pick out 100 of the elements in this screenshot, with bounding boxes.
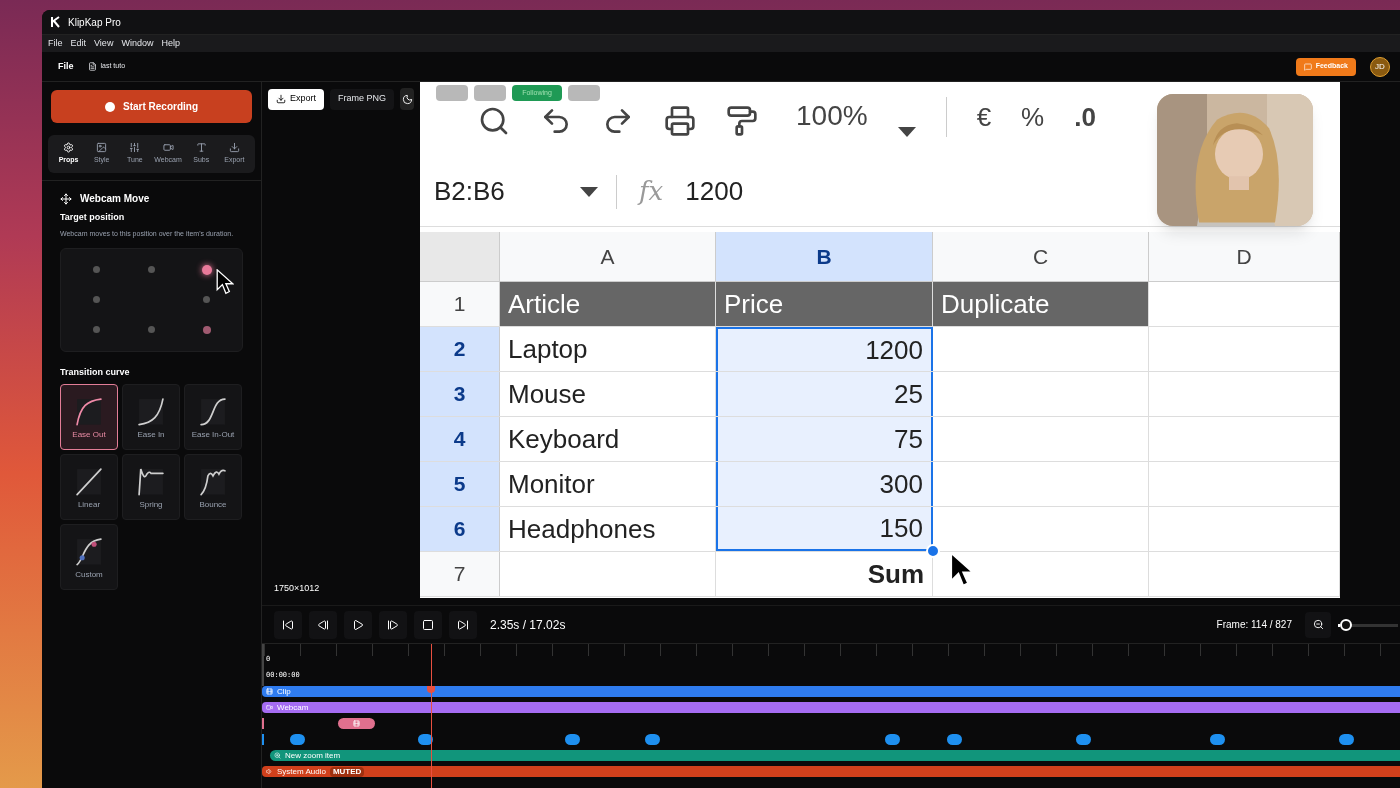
caret-icon[interactable]	[580, 186, 598, 197]
tab-icon	[129, 142, 141, 154]
play-button[interactable]	[344, 610, 372, 639]
cell-reference[interactable]: B2:B6	[420, 172, 580, 211]
timeline-track[interactable]: System Audio MUTED	[262, 766, 1400, 777]
playhead[interactable]	[427, 644, 435, 788]
time-display: 2.35s / 17.02s	[490, 616, 566, 634]
chat-icon	[1303, 62, 1312, 71]
move-icon	[60, 192, 72, 205]
step-forward-button[interactable]	[379, 610, 407, 639]
table-cell: 300	[716, 462, 933, 506]
tab-icon	[63, 142, 75, 154]
zoom-marker[interactable]	[1210, 734, 1225, 745]
skip-start-button[interactable]	[274, 610, 302, 639]
table-cell: 1200	[716, 327, 933, 371]
moon-icon	[401, 93, 413, 105]
zoom-select[interactable]: 100%	[796, 95, 868, 137]
skip-start-icon	[282, 618, 294, 631]
zoom-marker[interactable]	[947, 734, 962, 745]
row-header[interactable]: 5	[420, 462, 500, 506]
tab-icon	[195, 142, 207, 154]
row-header[interactable]: 4	[420, 417, 500, 461]
row-header[interactable]: 2	[420, 327, 500, 371]
field-label: Target position	[60, 211, 126, 224]
zoom-marker[interactable]	[565, 734, 580, 745]
mouse-cursor-icon	[950, 552, 974, 588]
zoom-marker[interactable]	[885, 734, 900, 745]
window-title: KlipKap Pro	[68, 15, 121, 30]
curve-option[interactable]: Custom	[60, 524, 118, 590]
step-forward-icon	[387, 618, 399, 631]
curve-option[interactable]: Ease In-Out	[184, 384, 242, 450]
tab-icon	[96, 142, 108, 154]
menu-item[interactable]: View	[94, 36, 114, 51]
curve-option[interactable]: Spring	[122, 454, 180, 520]
zoom-out-button[interactable]	[1305, 611, 1331, 638]
theme-toggle[interactable]	[400, 88, 414, 110]
start-recording-button[interactable]: Start Recording	[51, 90, 252, 123]
skip-end-icon	[457, 618, 469, 631]
zoom-marker[interactable]	[290, 734, 305, 745]
percent-format[interactable]: %	[1021, 98, 1045, 137]
stop-icon	[422, 618, 434, 631]
paint-format-icon[interactable]	[726, 105, 758, 137]
zoom-slider[interactable]	[1338, 618, 1398, 631]
curve-option[interactable]: Ease In	[122, 384, 180, 450]
field-label: Transition curve	[60, 365, 131, 379]
webcam-move-item[interactable]	[338, 718, 375, 729]
table-cell: 150	[716, 507, 933, 551]
record-icon	[105, 101, 115, 112]
user-avatar[interactable]: JD	[1370, 56, 1390, 77]
table-cell: Article	[500, 282, 716, 326]
table-cell: Price	[716, 282, 933, 326]
row-header[interactable]: 1	[420, 282, 500, 326]
formula-value[interactable]: 1200	[685, 172, 744, 211]
timeline-track[interactable]: Clip	[262, 686, 1400, 697]
stop-button[interactable]	[414, 610, 442, 639]
export-button[interactable]: Export	[268, 88, 324, 110]
row-header[interactable]: 7	[420, 552, 500, 596]
curve-option[interactable]: Linear	[60, 454, 118, 520]
track-label: Webcam	[277, 701, 309, 714]
table-cell: Duplicate	[933, 282, 1149, 326]
table-cell: 75	[716, 417, 933, 461]
track-label: New zoom item	[285, 749, 341, 762]
formula-icon: fx	[639, 172, 664, 211]
decimal-format[interactable]: .0	[1074, 98, 1096, 137]
zoom-marker[interactable]	[1339, 734, 1354, 745]
currency-format[interactable]: €	[976, 98, 992, 137]
zoom-marker[interactable]	[645, 734, 660, 745]
table-cell: 25	[716, 372, 933, 416]
document-icon	[87, 62, 97, 71]
frame-png-button[interactable]: Frame PNG	[330, 88, 395, 110]
menu-item[interactable]: Help	[161, 36, 180, 51]
menu-item[interactable]: Edit	[70, 36, 87, 51]
row-header[interactable]: 6	[420, 507, 500, 551]
tab-icon	[162, 142, 174, 154]
menu-item[interactable]: File	[48, 36, 63, 51]
track-label: System Audio	[277, 765, 326, 778]
step-back-button[interactable]	[309, 610, 337, 639]
frame-counter: Frame: 114 / 827	[1216, 618, 1292, 632]
caret-icon[interactable]	[897, 127, 916, 137]
curve-option[interactable]: Ease Out	[60, 384, 118, 450]
curve-option[interactable]: Bounce	[184, 454, 242, 520]
row-header[interactable]: 3	[420, 372, 500, 416]
column-header[interactable]: D	[1149, 232, 1340, 281]
selection-handle[interactable]	[926, 544, 940, 558]
mouse-cursor-icon	[216, 268, 234, 295]
section-title: Webcam Move	[80, 192, 150, 206]
menu-item[interactable]: Window	[121, 36, 154, 51]
timeline-track[interactable]: New zoom item	[270, 750, 1400, 761]
film-icon	[353, 720, 360, 727]
zoom-marker[interactable]	[418, 734, 433, 745]
play-icon	[352, 618, 364, 631]
zoom-marker[interactable]	[1076, 734, 1091, 745]
file-menu[interactable]: File	[58, 59, 74, 74]
app-logo-icon	[50, 16, 62, 28]
column-header[interactable]: C	[933, 232, 1149, 281]
print-icon[interactable]	[664, 105, 696, 137]
resolution-label: 1750×1012	[274, 581, 321, 595]
column-header[interactable]: B	[716, 232, 933, 281]
search-icon[interactable]	[478, 105, 510, 137]
skip-end-button[interactable]	[449, 610, 477, 639]
